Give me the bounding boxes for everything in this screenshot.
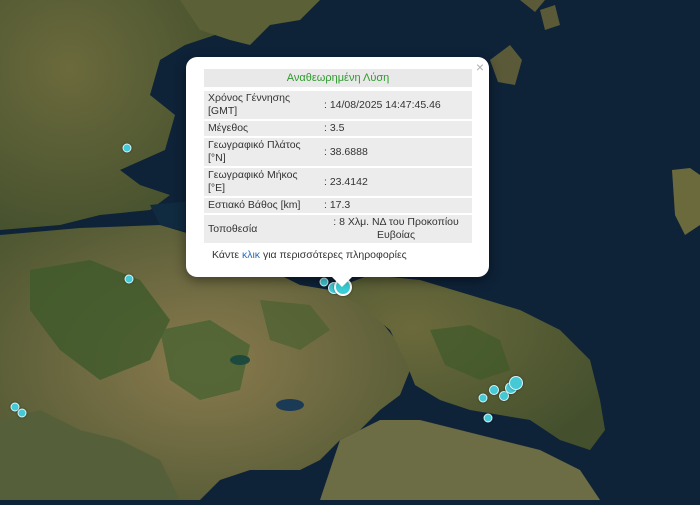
more-info-text: Κάντε κλικ για περισσότερες πληροφορίες [212, 249, 407, 261]
earthquake-marker-icon[interactable] [478, 393, 488, 403]
depth-value: : 17.3 [320, 198, 472, 213]
longitude-value: : 23.4142 [320, 168, 472, 196]
magnitude-label: Μέγεθος [204, 121, 320, 136]
longitude-label: Γεωγραφικό Μήκος [°E] [204, 168, 320, 196]
table-row: Χρόνος Γέννησης [GMT] : 14/08/2025 14:47… [204, 91, 472, 119]
earthquake-info-popup: × Αναθεωρημένη Λύση Χρόνος Γέννησης [GMT… [186, 57, 489, 287]
table-row: Μέγεθος : 3.5 [204, 121, 472, 136]
popup-title: Αναθεωρημένη Λύση [204, 69, 472, 87]
location-label: Τοποθεσία [204, 215, 320, 243]
more-info-prefix: Κάντε [212, 249, 242, 261]
earthquake-marker-icon[interactable] [319, 277, 329, 287]
earthquake-marker-icon[interactable] [122, 143, 132, 153]
origin-time-label: Χρόνος Γέννησης [GMT] [204, 91, 320, 119]
table-row: Εστιακό Βάθος [km] : 17.3 [204, 198, 472, 213]
latitude-label: Γεωγραφικό Πλάτος [°N] [204, 138, 320, 166]
earthquake-marker-icon[interactable] [483, 413, 493, 423]
location-value: : 8 Χλμ. ΝΔ του Προκοπίου Ευβοίας [320, 215, 472, 243]
more-info-link[interactable]: κλικ [242, 249, 260, 261]
earthquake-marker-icon[interactable] [489, 385, 499, 395]
close-icon[interactable]: × [476, 60, 484, 74]
more-info-suffix: για περισσότερες πληροφορίες [260, 249, 407, 261]
earthquake-details-table: Χρόνος Γέννησης [GMT] : 14/08/2025 14:47… [204, 89, 472, 245]
earthquake-marker-icon[interactable] [17, 408, 27, 418]
table-row: Γεωγραφικό Πλάτος [°N] : 38.6888 [204, 138, 472, 166]
latitude-value: : 38.6888 [320, 138, 472, 166]
table-row: Τοποθεσία : 8 Χλμ. ΝΔ του Προκοπίου Ευβο… [204, 215, 472, 243]
table-row: Γεωγραφικό Μήκος [°E] : 23.4142 [204, 168, 472, 196]
magnitude-value: : 3.5 [320, 121, 472, 136]
origin-time-value: : 14/08/2025 14:47:45.46 [320, 91, 472, 119]
earthquake-marker-icon[interactable] [509, 376, 523, 390]
earthquake-marker-icon[interactable] [124, 274, 134, 284]
depth-label: Εστιακό Βάθος [km] [204, 198, 320, 213]
